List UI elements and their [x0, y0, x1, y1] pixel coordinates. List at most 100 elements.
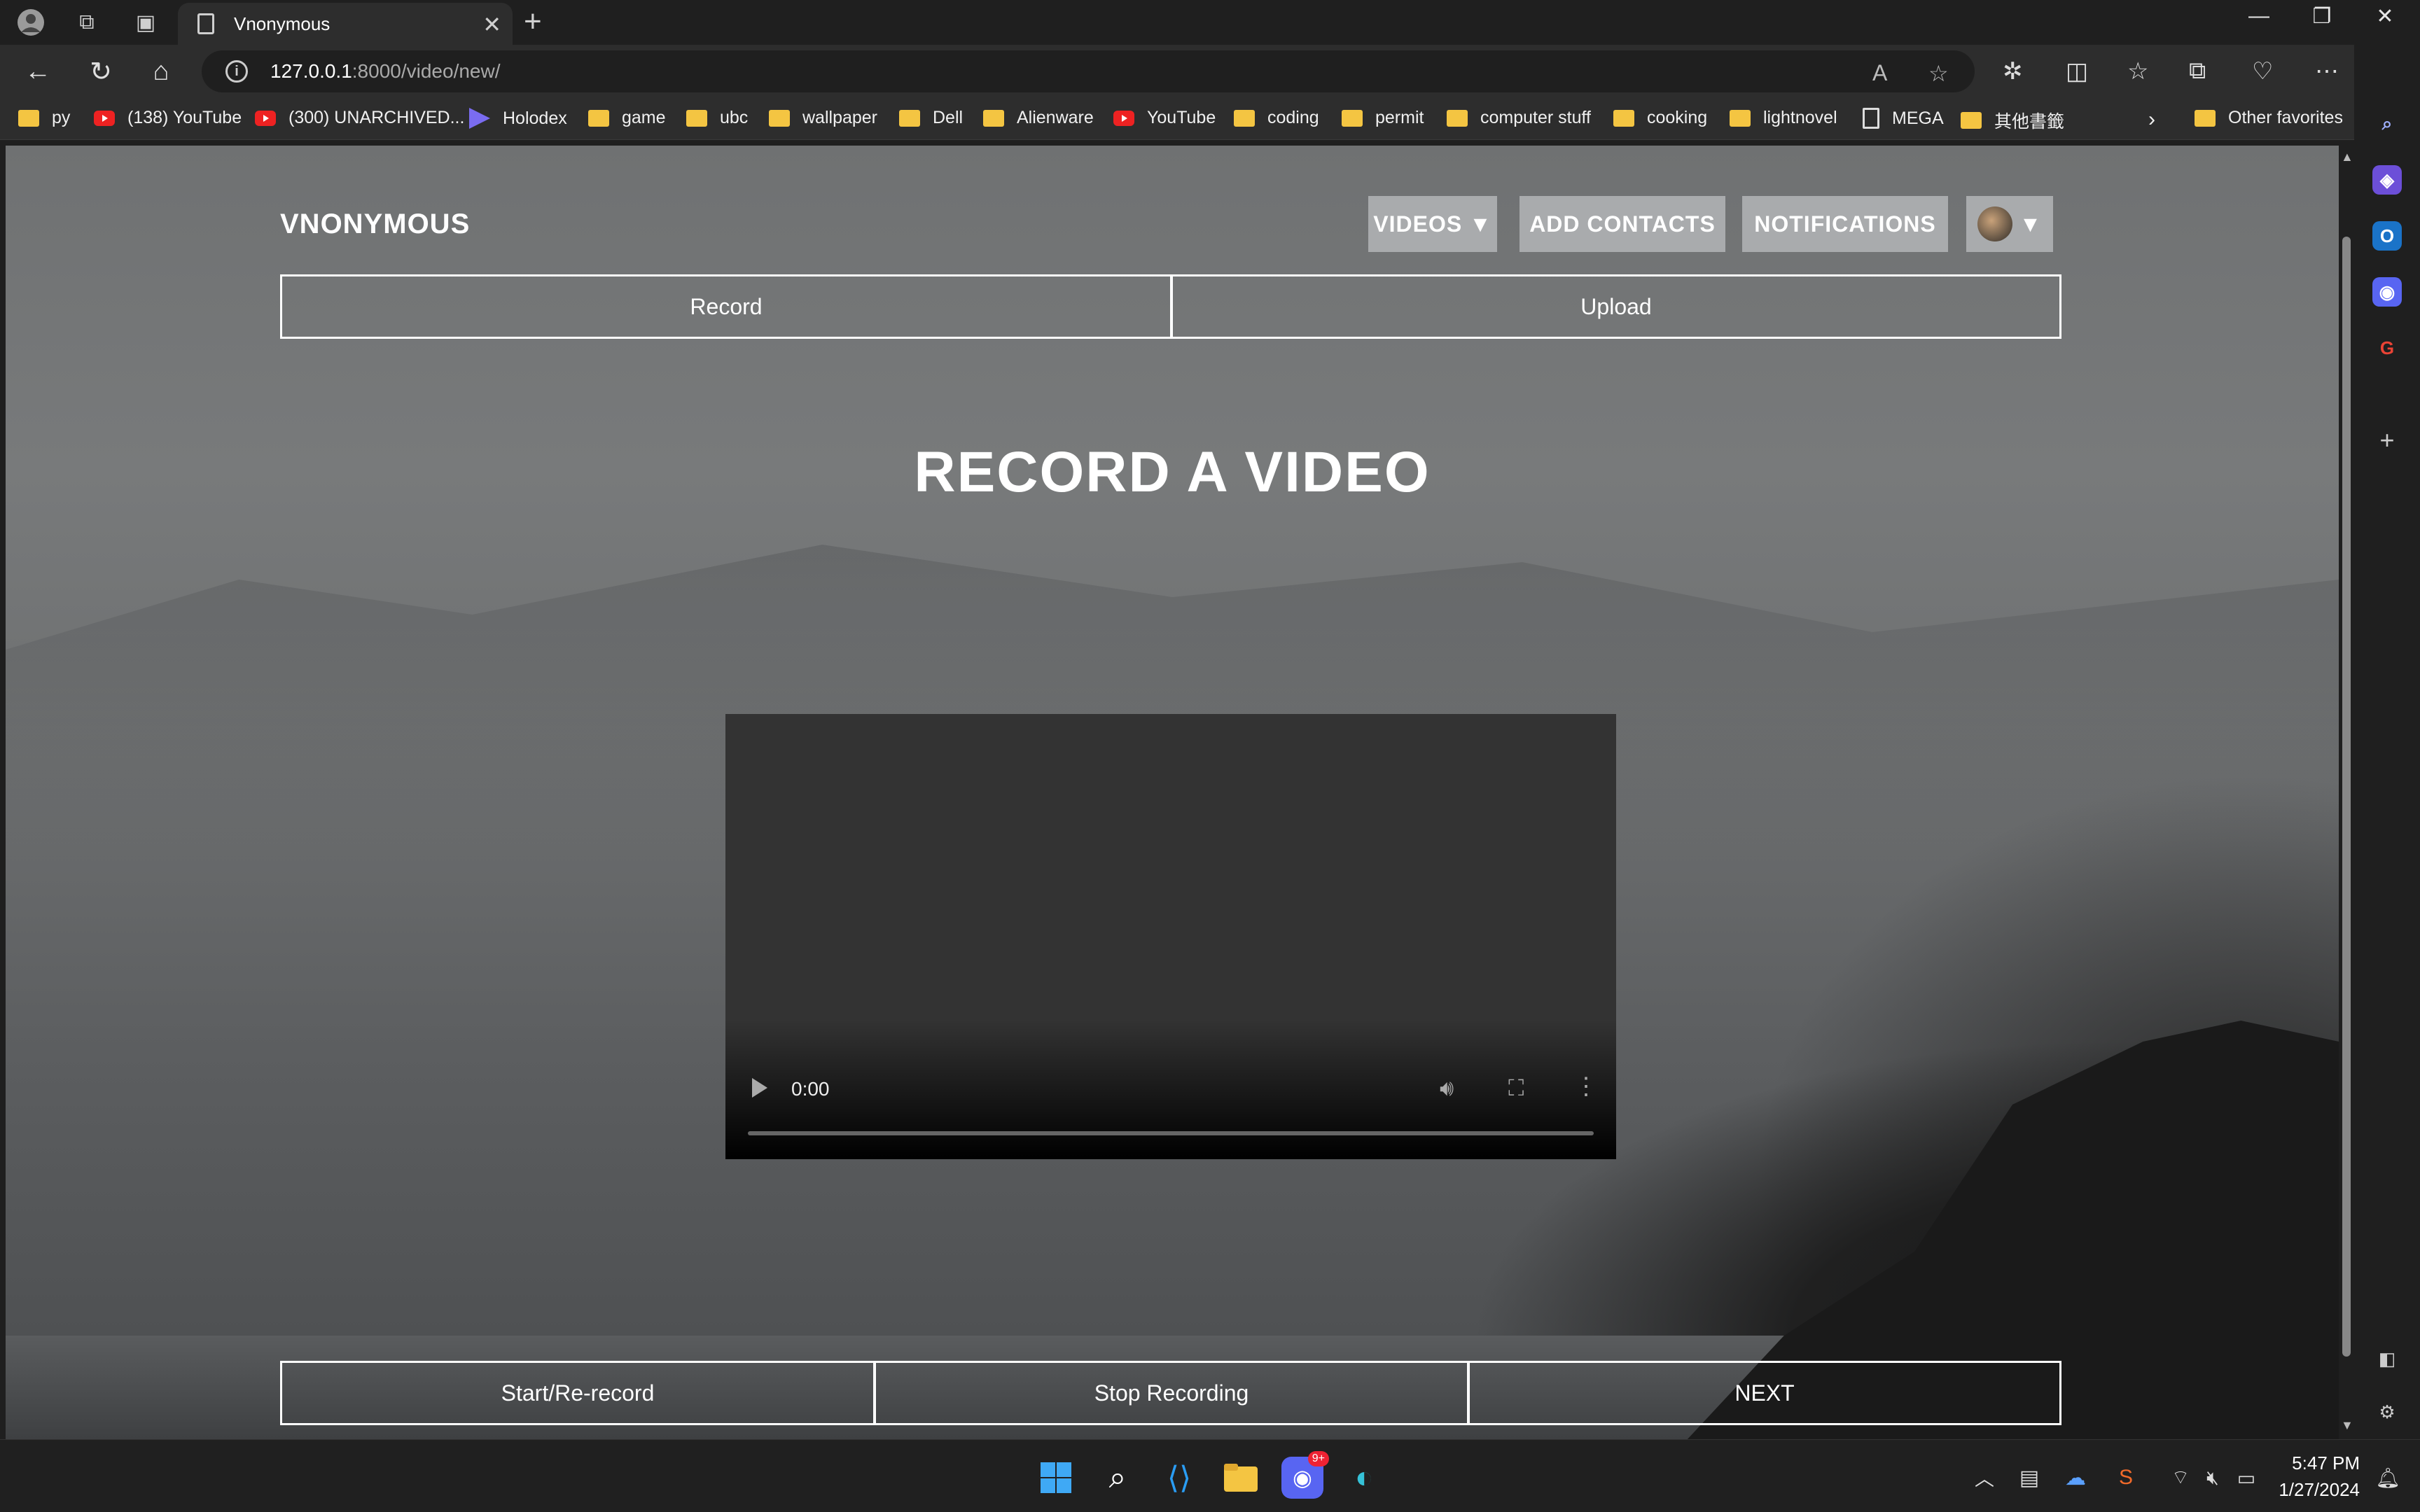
- bookmark-link[interactable]: Holodex: [469, 108, 567, 129]
- outlook-icon[interactable]: O: [2372, 221, 2402, 251]
- bookmark-folder[interactable]: wallpaper: [769, 108, 877, 128]
- info-icon[interactable]: i: [225, 60, 248, 83]
- folder-icon: [1234, 109, 1255, 127]
- more-options-icon[interactable]: ⋮: [1574, 1072, 1598, 1100]
- youtube-icon: [94, 110, 115, 126]
- folder-icon: [1447, 109, 1468, 127]
- videos-menu-button[interactable]: VIDEOS ▼: [1368, 196, 1497, 252]
- tab-record[interactable]: Record: [280, 274, 1172, 339]
- bookmark-link[interactable]: MEGA: [1863, 108, 1944, 129]
- bookmark-link[interactable]: (138) YouTube: [94, 108, 242, 128]
- scroll-down-icon[interactable]: ▼: [2341, 1418, 2353, 1433]
- home-icon[interactable]: ⌂: [143, 53, 179, 90]
- new-tab-icon[interactable]: +: [524, 4, 542, 39]
- bookmark-folder[interactable]: coding: [1234, 108, 1319, 128]
- search-taskbar-icon[interactable]: ⌕: [1097, 1457, 1139, 1499]
- hide-sidebar-icon[interactable]: ◧: [2372, 1344, 2402, 1373]
- collections-icon[interactable]: ⧉: [2189, 57, 2206, 85]
- bookmark-folder[interactable]: Dell: [899, 108, 963, 128]
- tray-app-icon[interactable]: ▤: [2008, 1457, 2050, 1499]
- favorites-icon[interactable]: ☆: [2127, 57, 2148, 85]
- windows-taskbar: ⌕ ⟨⟩ ◉ 9+ ◐ ︿ ▤ ☁ S ⌔ 🔇︎ ▭ 5:47 PM 1/27/…: [0, 1439, 2420, 1512]
- favorite-star-icon[interactable]: ☆: [1928, 60, 1949, 87]
- active-tab[interactable]: Vnonymous ✕: [178, 3, 513, 45]
- bookmark-folder[interactable]: lightnovel: [1730, 108, 1837, 128]
- vscode-icon[interactable]: ⟨⟩: [1158, 1457, 1200, 1499]
- restore-icon[interactable]: ❐: [2294, 4, 2350, 29]
- more-icon[interactable]: ⋯: [2315, 57, 2339, 85]
- chevron-up-icon[interactable]: ︿: [1963, 1457, 2005, 1499]
- notifications-button[interactable]: NOTIFICATIONS: [1742, 196, 1948, 252]
- onedrive-icon[interactable]: ☁: [2054, 1457, 2096, 1499]
- scroll-up-icon[interactable]: ▲: [2341, 150, 2353, 164]
- bookmark-link[interactable]: (300) UNARCHIVED...: [255, 108, 464, 128]
- account-menu-button[interactable]: ▼: [1966, 196, 2053, 252]
- play-icon[interactable]: [752, 1078, 767, 1098]
- battery-icon[interactable]: ▭: [2225, 1457, 2267, 1499]
- bookmark-folder[interactable]: game: [588, 108, 666, 128]
- system-clock[interactable]: 5:47 PM 1/27/2024: [2279, 1450, 2360, 1503]
- video-progress-bar[interactable]: [748, 1131, 1594, 1135]
- extensions-icon[interactable]: ✲: [2003, 57, 2023, 85]
- bookmark-folder[interactable]: permit: [1342, 108, 1424, 128]
- tab-upload[interactable]: Upload: [1171, 274, 2061, 339]
- browser-essentials-icon[interactable]: ♡: [2252, 57, 2273, 85]
- notification-bell-icon[interactable]: 🔔︎: [2367, 1457, 2409, 1499]
- edge-taskbar-icon[interactable]: ◐: [1343, 1457, 1385, 1499]
- fullscreen-icon[interactable]: ⛶: [1508, 1075, 1524, 1102]
- file-explorer-icon[interactable]: [1220, 1457, 1262, 1499]
- google-icon[interactable]: G: [2372, 333, 2402, 363]
- next-button[interactable]: NEXT: [1468, 1361, 2061, 1425]
- minimize-icon[interactable]: —: [2231, 4, 2287, 28]
- chevron-right-icon[interactable]: ›: [2148, 108, 2155, 132]
- tab-title: Vnonymous: [234, 13, 331, 34]
- video-player[interactable]: 0:00 🔊︎ ⛶ ⋮: [725, 714, 1616, 1159]
- bookmark-folder[interactable]: Other favorites: [2195, 108, 2343, 128]
- tab-actions-icon[interactable]: ▣: [129, 6, 162, 39]
- split-screen-icon[interactable]: ◫: [2066, 57, 2088, 85]
- bookmark-link[interactable]: YouTube: [1113, 108, 1216, 128]
- page-viewport: VNONYMOUS VIDEOS ▼ ADD CONTACTS NOTIFICA…: [6, 146, 2339, 1439]
- bookmark-folder[interactable]: ubc: [686, 108, 748, 128]
- browser-toolbar: ← ↻ ⌂ i 127.0.0.1:8000/video/new/ A ☆ ✲ …: [0, 45, 2420, 98]
- copilot-sidebar-icon[interactable]: ◈: [2372, 165, 2402, 195]
- chevron-down-icon: ▼: [2019, 211, 2043, 237]
- back-icon[interactable]: ←: [20, 53, 56, 90]
- bookmarks-bar: py (138) YouTube (300) UNARCHIVED... Hol…: [0, 98, 2420, 140]
- volume-icon[interactable]: 🔊︎: [1440, 1075, 1454, 1102]
- avatar: [1977, 206, 2012, 241]
- bookmark-folder[interactable]: py: [18, 108, 70, 128]
- discord-icon[interactable]: ◉: [2372, 277, 2402, 307]
- browser-tab-strip: ⧉ ▣ Vnonymous ✕ + — ❐ ✕: [0, 0, 2420, 45]
- video-time: 0:00: [791, 1078, 830, 1100]
- close-window-icon[interactable]: ✕: [2357, 4, 2413, 29]
- settings-gear-icon[interactable]: ⚙: [2372, 1397, 2402, 1427]
- bookmark-folder[interactable]: Alienware: [983, 108, 1094, 128]
- folder-icon: [1613, 109, 1634, 127]
- site-brand[interactable]: VNONYMOUS: [280, 209, 470, 240]
- folder-icon: [18, 109, 39, 127]
- bookmark-folder[interactable]: cooking: [1613, 108, 1707, 128]
- workspaces-icon[interactable]: ⧉: [70, 6, 104, 39]
- start-rerecord-button[interactable]: Start/Re-record: [280, 1361, 875, 1425]
- tray-s-icon[interactable]: S: [2105, 1457, 2147, 1499]
- address-bar[interactable]: i 127.0.0.1:8000/video/new/ A ☆: [202, 50, 1975, 92]
- refresh-icon[interactable]: ↻: [83, 53, 119, 90]
- controls-gradient: [725, 1019, 1616, 1159]
- start-icon[interactable]: [1035, 1457, 1077, 1499]
- add-contacts-button[interactable]: ADD CONTACTS: [1520, 196, 1725, 252]
- folder-icon: [686, 109, 707, 127]
- bookmark-folder[interactable]: computer stuff: [1447, 108, 1591, 128]
- search-icon[interactable]: ⌕: [2372, 109, 2402, 139]
- scrollbar-thumb[interactable]: [2342, 237, 2351, 1357]
- bookmark-folder[interactable]: 其他書籤: [1961, 108, 2064, 133]
- page-scrollbar[interactable]: ▲ ▼: [2339, 146, 2354, 1439]
- add-icon[interactable]: +: [2372, 426, 2402, 455]
- url-text[interactable]: 127.0.0.1:8000/video/new/: [270, 60, 501, 83]
- folder-icon: [1342, 109, 1363, 127]
- profile-icon[interactable]: [14, 6, 48, 39]
- close-tab-icon[interactable]: ✕: [482, 11, 501, 38]
- stop-recording-button[interactable]: Stop Recording: [874, 1361, 1469, 1425]
- read-aloud-icon[interactable]: A: [1872, 60, 1887, 86]
- discord-taskbar-icon[interactable]: ◉ 9+: [1281, 1451, 1329, 1499]
